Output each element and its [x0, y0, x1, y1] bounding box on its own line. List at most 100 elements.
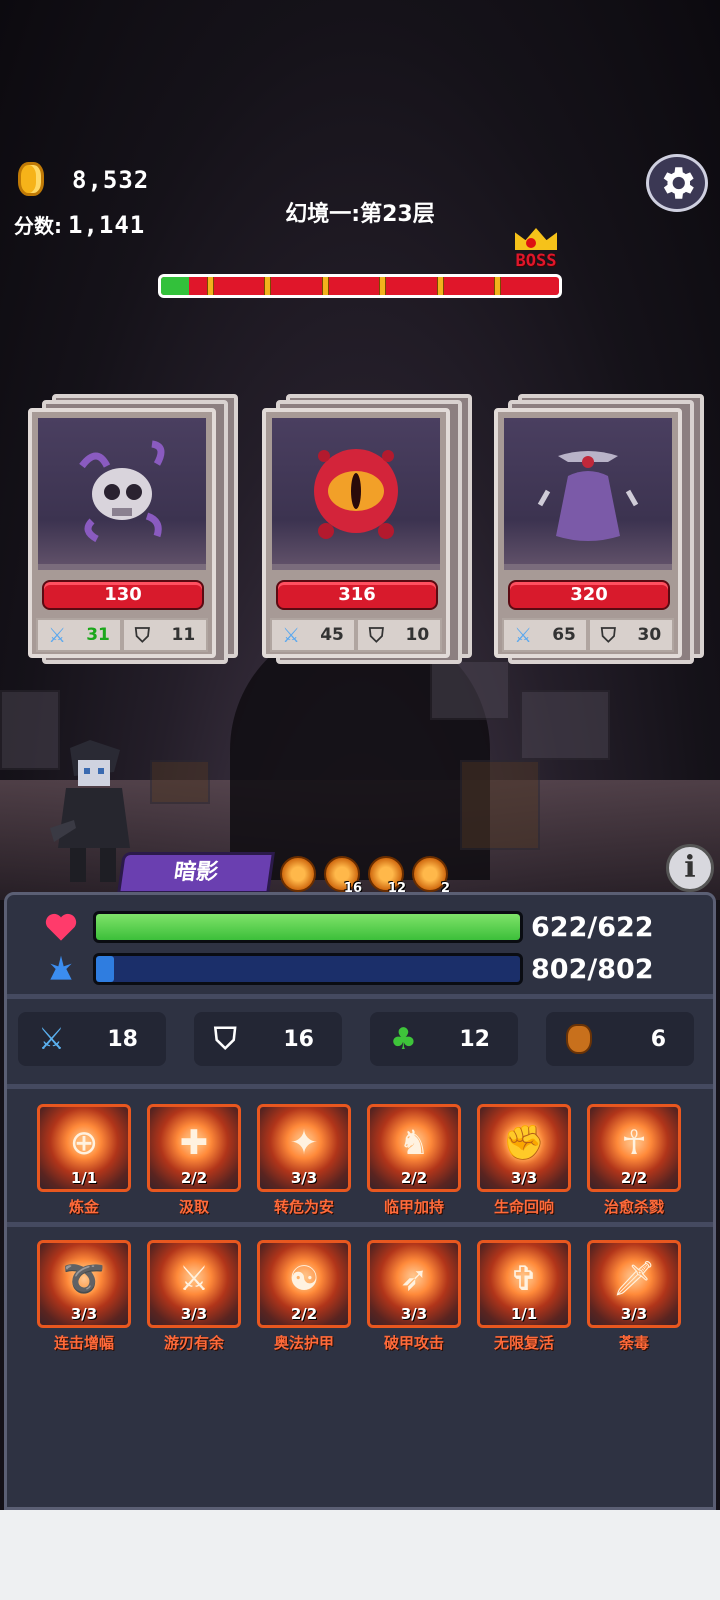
divider [7, 1222, 713, 1227]
mp-bar [93, 953, 523, 985]
floor-progress-bar [158, 274, 562, 298]
attack-stat: ⚔ 65 [502, 618, 588, 652]
bag-stat-box[interactable]: 6 [546, 1012, 694, 1066]
skill-armor-break[interactable]: ➶ 3/3 破甲攻击 [360, 1240, 468, 1353]
heart-icon [41, 911, 81, 943]
skill-label: 奥法护甲 [273, 1334, 334, 1352]
buff-badge-blade[interactable]: 2 [412, 856, 450, 896]
skill-label: 转危为安 [273, 1198, 334, 1216]
mp-fill [96, 956, 520, 982]
skill-count: 2/2 [620, 1169, 648, 1187]
shield-icon: ⛉ [134, 623, 150, 647]
clover-icon: ♣ [390, 1021, 417, 1057]
skill-count: 1/1 [510, 1305, 538, 1323]
luck-stat-box[interactable]: ♣ 12 [370, 1012, 518, 1066]
divider [7, 1084, 713, 1089]
skill-label: 炼金 [68, 1198, 99, 1216]
buff-badge-figure[interactable] [280, 856, 316, 892]
winged-specter-icon [537, 451, 639, 541]
defense-stat: ⛉ 10 [356, 618, 442, 652]
skill-poison[interactable]: 🗡 3/3 荼毒 [580, 1240, 688, 1353]
sword-icon: ⚔ [514, 623, 533, 647]
attack-value: 45 [320, 625, 344, 645]
stone-block [520, 690, 610, 760]
combo-figure-icon: ➰ [62, 1259, 106, 1299]
swirl-blade-icon: ⚔ [178, 1259, 210, 1299]
enemy-card-front: 316 ⚔ 45 ⛉ 10 [262, 408, 450, 658]
buff-badge-fist[interactable]: 12 [368, 856, 406, 896]
settings-button[interactable] [646, 154, 708, 212]
skill-armor-bless[interactable]: ♞ 2/2 临甲加持 [360, 1104, 468, 1217]
luck-value: 12 [459, 1026, 490, 1052]
hp-bar [93, 911, 523, 943]
enemy-card-2[interactable]: 316 ⚔ 45 ⛉ 10 [262, 394, 472, 664]
enemy-card-1[interactable]: 130 ⚔ 31 ⛉ 11 [28, 394, 238, 664]
crown-icon [515, 228, 557, 250]
skull-spirit-icon [79, 440, 165, 543]
skill-alchemy[interactable]: ⊕ 1/1 炼金 [30, 1104, 138, 1217]
mp-text: 802/802 [531, 953, 654, 985]
skill-turn-danger[interactable]: ✦ 3/3 转危为安 [250, 1104, 358, 1217]
boss-marker: BOSS [508, 228, 564, 271]
gold-coin-icon [18, 162, 44, 196]
skill-label: 汲取 [178, 1198, 209, 1216]
arms-raised-icon: ☥ [621, 1123, 647, 1163]
crown-gem [526, 238, 536, 248]
attack-value: 31 [86, 625, 110, 645]
hp-fill [96, 914, 520, 940]
attack-value: 65 [552, 625, 576, 645]
boss-label: BOSS [515, 251, 557, 271]
medic-cross-icon: ✚ [179, 1123, 209, 1163]
skill-combo-boost[interactable]: ➰ 3/3 连击增幅 [30, 1240, 138, 1353]
buff-badge-shield[interactable]: 16 [324, 856, 362, 896]
info-button[interactable]: i [666, 844, 714, 892]
enemy-card-front: 320 ⚔ 65 ⛉ 30 [494, 408, 682, 658]
enemy-hp-bar: 316 [276, 580, 438, 610]
info-icon: i [684, 850, 696, 885]
skill-count: 3/3 [70, 1305, 98, 1323]
sword-icon: ⚔ [282, 623, 301, 647]
skill-heal-slaughter[interactable]: ☥ 2/2 治愈杀戮 [580, 1104, 688, 1217]
skill-arcane-armor[interactable]: ☯ 2/2 奥法护甲 [250, 1240, 358, 1353]
skill-absorb[interactable]: ✚ 2/2 汲取 [140, 1104, 248, 1217]
orbit-arrow-icon: ➶ [399, 1259, 429, 1299]
hp-text: 622/622 [531, 911, 654, 943]
gold-amount: 8,532 [72, 166, 150, 194]
skill-label: 生命回响 [493, 1198, 554, 1216]
progress-tick [322, 277, 329, 295]
enemy-card-front: 130 ⚔ 31 ⛉ 11 [28, 408, 216, 658]
progress-tick [379, 277, 386, 295]
attack-stat: ⚔ 31 [36, 618, 122, 652]
money-bag-icon [566, 1024, 592, 1054]
attack-value: 18 [107, 1026, 138, 1052]
defense-value: 30 [637, 625, 662, 645]
hero-name-tab[interactable]: 暗影 [117, 852, 275, 894]
progress-tick [494, 277, 501, 295]
skill-infinite-revive[interactable]: ✞ 1/1 无限复活 [470, 1240, 578, 1353]
running-figure-icon: ♞ [398, 1123, 430, 1163]
attack-stat-box[interactable]: ⚔ 18 [18, 1012, 166, 1066]
bag-value: 6 [650, 1026, 666, 1052]
specter-portrait [504, 418, 672, 570]
defense-stat-box[interactable]: ⛉ 16 [194, 1012, 342, 1066]
red-eye-portrait [272, 418, 440, 570]
crosshair-icon: ⊕ [69, 1123, 99, 1163]
defense-stat: ⛉ 30 [588, 618, 674, 652]
enemy-hp-bar: 130 [42, 580, 204, 610]
skill-life-echo[interactable]: ✊ 3/3 生命回响 [470, 1104, 578, 1217]
progress-tick [437, 277, 444, 295]
skill-count: 1/1 [70, 1169, 98, 1187]
skill-label: 临甲加持 [383, 1198, 444, 1216]
skull-spirit-portrait [38, 418, 206, 570]
enemy-card-3[interactable]: 320 ⚔ 65 ⛉ 30 [494, 394, 704, 664]
gear-icon [663, 167, 694, 199]
muscle-arm-icon: ✊ [502, 1123, 546, 1163]
shield-icon: ⛉ [600, 623, 616, 647]
tombstone-cross-icon: ✞ [509, 1259, 539, 1299]
skill-blade-ease[interactable]: ⚔ 3/3 游刃有余 [140, 1240, 248, 1353]
skill-label: 破甲攻击 [383, 1334, 444, 1352]
skill-label: 荼毒 [618, 1334, 649, 1352]
stone-block [430, 660, 510, 720]
skill-label: 连击增幅 [53, 1334, 114, 1352]
progress-tick [264, 277, 271, 295]
